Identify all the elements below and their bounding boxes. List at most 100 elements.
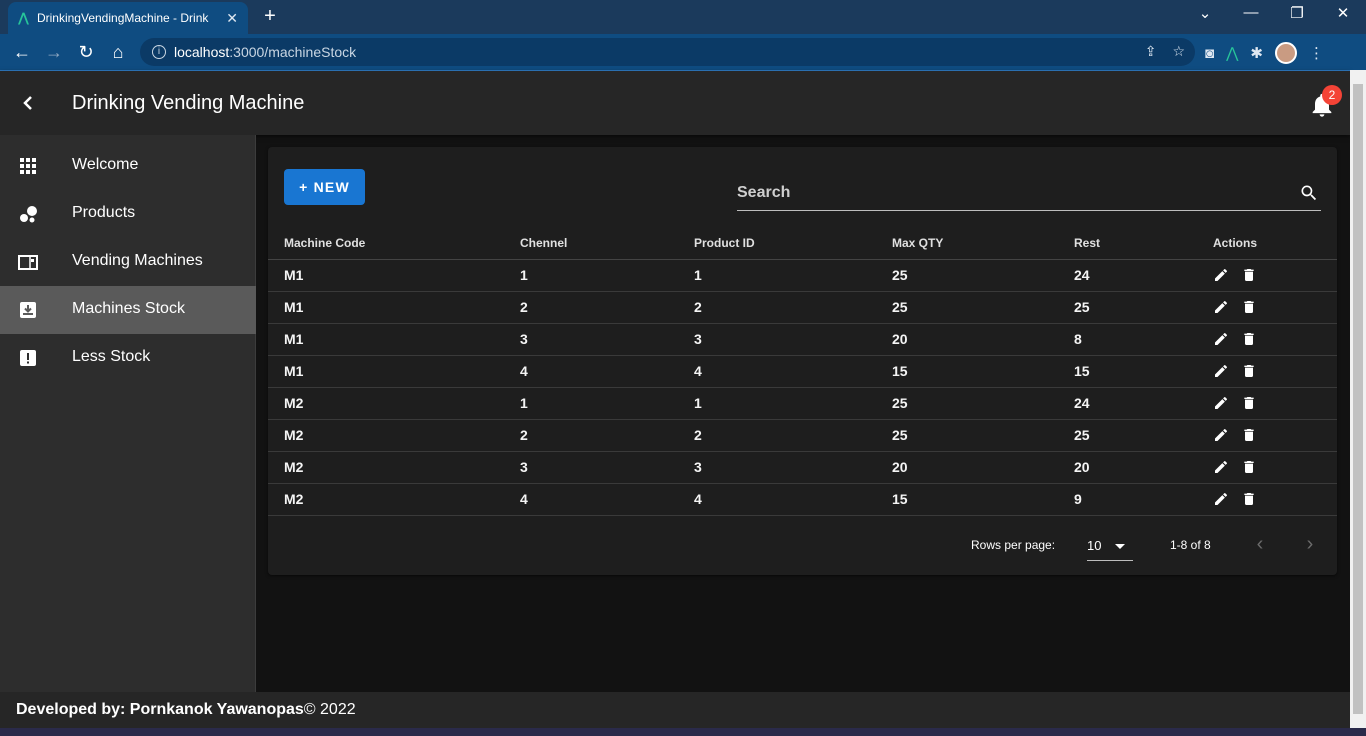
sidebar-item-less-stock[interactable]: Less Stock: [0, 334, 256, 382]
edit-pencil-icon[interactable]: [1213, 427, 1229, 443]
scrollbar-thumb[interactable]: [1353, 84, 1363, 714]
sidebar-item-vending-machines[interactable]: Vending Machines: [0, 238, 256, 286]
cell-actions: [1197, 323, 1337, 356]
column-header-product-id[interactable]: Product ID: [678, 227, 876, 260]
url-field[interactable]: i localhost :3000/machineStock ⇪ ☆: [140, 38, 1195, 66]
profile-avatar[interactable]: [1274, 42, 1297, 64]
back-arrow-icon[interactable]: ←: [10, 41, 34, 63]
cell-channel: 2: [504, 291, 678, 324]
sidebar-item-products[interactable]: Products: [0, 190, 256, 238]
pagination: Rows per page: 10 1-8 of 8 ‹ ›: [268, 533, 1337, 561]
cell-rest: 9: [1058, 483, 1197, 516]
cell-max-qty: 25: [876, 419, 1058, 452]
forward-arrow-icon[interactable]: →: [42, 41, 66, 63]
url-path: :3000/machineStock: [229, 44, 357, 60]
close-tab-icon[interactable]: ✕: [226, 10, 238, 27]
delete-trash-icon[interactable]: [1241, 299, 1257, 315]
rows-per-page-select[interactable]: 10: [1087, 533, 1133, 561]
column-header-max-qty[interactable]: Max QTY: [876, 227, 1058, 260]
column-header-rest[interactable]: Rest: [1058, 227, 1197, 260]
close-window-icon[interactable]: ✕: [1328, 4, 1358, 22]
edit-pencil-icon[interactable]: [1213, 363, 1229, 379]
edit-pencil-icon[interactable]: [1213, 299, 1229, 315]
edit-pencil-icon[interactable]: [1213, 331, 1229, 347]
camera-extension-icon[interactable]: ◙: [1205, 45, 1214, 62]
minimize-icon[interactable]: —: [1236, 4, 1266, 21]
cell-actions: [1197, 419, 1337, 452]
cell-rest: 25: [1058, 419, 1197, 452]
tab-search-icon[interactable]: ⌄: [1190, 4, 1220, 22]
cell-max-qty: 20: [876, 323, 1058, 356]
table-row: M2 2 2 25 25: [268, 419, 1337, 452]
edit-pencil-icon[interactable]: [1213, 459, 1229, 475]
page-title: Drinking Vending Machine: [72, 92, 305, 114]
delete-trash-icon[interactable]: [1241, 459, 1257, 475]
restore-icon[interactable]: ❐: [1282, 4, 1312, 22]
sidebar-item-machines-stock[interactable]: Machines Stock: [0, 286, 256, 334]
cell-max-qty: 25: [876, 291, 1058, 324]
delete-trash-icon[interactable]: [1241, 395, 1257, 411]
share-icon[interactable]: ⇪: [1145, 43, 1157, 60]
delete-trash-icon[interactable]: [1241, 427, 1257, 443]
sidebar-item-label: Less Stock: [72, 348, 151, 365]
url-host: localhost: [174, 44, 230, 60]
new-tab-icon[interactable]: +: [258, 5, 282, 28]
sidebar: Welcome Products Vending Machines Machin…: [0, 135, 256, 692]
delete-trash-icon[interactable]: [1241, 363, 1257, 379]
table-row: M1 3 3 20 8: [268, 323, 1337, 356]
footer-copyright: © 2022: [303, 701, 356, 718]
delete-trash-icon[interactable]: [1241, 331, 1257, 347]
column-header-machine-code[interactable]: Machine Code: [268, 227, 504, 260]
vue-devtools-icon[interactable]: ⋀: [1226, 44, 1238, 62]
rows-per-page-label: Rows per page:: [971, 538, 1056, 552]
sidebar-item-label: Vending Machines: [72, 252, 203, 269]
machine-icon: [18, 255, 38, 270]
new-button[interactable]: + NEW: [284, 169, 365, 205]
sidebar-item-label: Welcome: [72, 156, 139, 173]
cell-product-id: 4: [678, 483, 876, 516]
home-icon[interactable]: ⌂: [106, 41, 130, 63]
search-icon[interactable]: [1299, 183, 1319, 203]
cell-channel: 3: [504, 451, 678, 484]
edit-pencil-icon[interactable]: [1213, 267, 1229, 283]
cell-channel: 1: [504, 387, 678, 420]
browser-menu-icon[interactable]: ⋮: [1309, 44, 1324, 62]
cell-actions: [1197, 291, 1337, 324]
table-header-row: Machine Code Chennel Product ID Max QTY …: [268, 227, 1337, 260]
table-row: M1 4 4 15 15: [268, 355, 1337, 388]
apps-icon: [20, 158, 36, 174]
cell-product-id: 4: [678, 355, 876, 388]
cell-product-id: 1: [678, 259, 876, 292]
cell-machine-code: M2: [268, 483, 504, 516]
cell-product-id: 2: [678, 419, 876, 452]
extensions-puzzle-icon[interactable]: ✱: [1250, 44, 1263, 62]
bubbles-icon: [20, 206, 37, 223]
table-row: M1 1 1 25 24: [268, 259, 1337, 292]
delete-trash-icon[interactable]: [1241, 267, 1257, 283]
cell-max-qty: 25: [876, 259, 1058, 292]
collapse-chevron-icon[interactable]: [14, 89, 42, 117]
bookmark-star-icon[interactable]: ☆: [1172, 43, 1185, 60]
site-info-icon[interactable]: i: [152, 45, 166, 59]
cell-rest: 24: [1058, 259, 1197, 292]
delete-trash-icon[interactable]: [1241, 491, 1257, 507]
cell-machine-code: M1: [268, 259, 504, 292]
cell-rest: 15: [1058, 355, 1197, 388]
stock-table: Machine Code Chennel Product ID Max QTY …: [268, 227, 1337, 516]
cell-rest: 20: [1058, 451, 1197, 484]
column-header-channel[interactable]: Chennel: [504, 227, 678, 260]
search-field: [737, 177, 1321, 211]
previous-page-icon[interactable]: ‹: [1248, 533, 1272, 556]
page-scrollbar[interactable]: [1350, 70, 1366, 728]
notification-badge: 2: [1322, 85, 1342, 105]
search-input[interactable]: [737, 177, 1287, 209]
edit-pencil-icon[interactable]: [1213, 491, 1229, 507]
edit-pencil-icon[interactable]: [1213, 395, 1229, 411]
browser-tab[interactable]: ⋀ DrinkingVendingMachine - Drink ✕: [8, 2, 248, 34]
sidebar-item-welcome[interactable]: Welcome: [0, 142, 256, 190]
next-page-icon[interactable]: ›: [1298, 533, 1322, 556]
reload-icon[interactable]: ↻: [74, 41, 98, 63]
cell-machine-code: M2: [268, 387, 504, 420]
cell-product-id: 2: [678, 291, 876, 324]
chevron-down-icon: [1115, 544, 1125, 549]
